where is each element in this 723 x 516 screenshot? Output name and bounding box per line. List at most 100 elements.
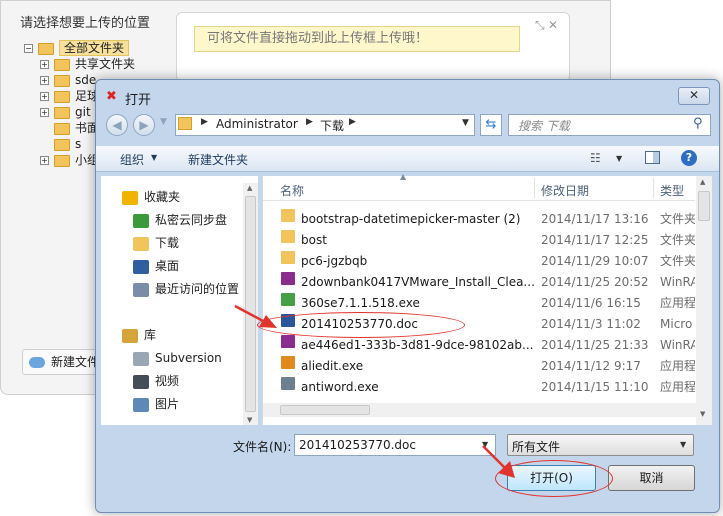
tree-item-label: 全部文件夹 <box>59 40 130 56</box>
folder-icon <box>54 58 70 71</box>
filetype-dropdown-icon[interactable]: ▼ <box>680 440 686 449</box>
file-date: 2014/11/29 10:07 <box>541 254 649 268</box>
address-dropdown-icon[interactable]: ▼ <box>462 118 469 128</box>
nav-item[interactable]: Subversion <box>133 349 222 367</box>
column-header-date[interactable]: 修改日期 <box>541 182 589 199</box>
breadcrumb-item[interactable]: 下载 <box>320 117 344 134</box>
folder-icon <box>54 122 70 135</box>
file-row[interactable]: 2downbank0417VMware_Install_Clea... 2014/… <box>263 272 695 293</box>
annotation-arrow-icon <box>234 304 277 328</box>
breadcrumb-chevron-icon[interactable]: ▶ <box>201 117 208 127</box>
tree-expand-icon[interactable]: + <box>40 156 49 165</box>
pictures-icon <box>133 397 149 412</box>
scroll-down-icon[interactable]: ▼ <box>247 416 252 424</box>
tree-item-football[interactable]: + 足球 <box>40 88 99 104</box>
breadcrumb-chevron-icon[interactable]: ▶ <box>349 117 356 127</box>
dialog-close-button[interactable]: ✕ <box>678 87 710 105</box>
file-type: 应用程 <box>660 359 695 373</box>
file-name: ae446ed1-333b-3d81-9dce-98102ab... <box>301 338 534 352</box>
file-type: 应用程 <box>660 380 695 394</box>
refresh-icon[interactable]: ⇆ <box>480 114 502 136</box>
filename-value[interactable]: 201410253770.doc <box>299 438 416 452</box>
file-name: pc6-jgzbqb <box>301 254 368 268</box>
nav-item[interactable]: 库 <box>122 326 156 344</box>
breadcrumb-chevron-icon[interactable]: ▶ <box>306 117 313 127</box>
file-row[interactable]: antiword.exe 2014/11/15 11:10 应用程 <box>263 377 695 398</box>
folder-icon <box>54 74 70 87</box>
file-row[interactable]: ae446ed1-333b-3d81-9dce-98102ab... 2014/1… <box>263 335 695 356</box>
scroll-up-icon[interactable]: ▲ <box>700 178 705 186</box>
scroll-up-icon[interactable]: ▲ <box>247 184 252 192</box>
column-header-name[interactable]: 名称 <box>280 182 304 199</box>
tree-expand-icon[interactable]: + <box>40 76 49 85</box>
tree-expand-icon[interactable]: + <box>40 108 49 117</box>
nav-item[interactable]: 视频 <box>133 372 179 390</box>
nav-item[interactable]: 图片 <box>133 395 179 413</box>
nav-item-label: 下载 <box>155 236 180 250</box>
search-placeholder: 搜索 下载 <box>518 119 570 133</box>
file-row[interactable]: pc6-jgzbqb 2014/11/29 10:07 文件夹 <box>263 251 695 272</box>
file-type: 文件夹 <box>660 212 695 226</box>
nav-item[interactable]: 私密云同步盘 <box>133 211 227 229</box>
tree-expand-icon[interactable]: + <box>40 60 49 69</box>
nav-item[interactable]: 桌面 <box>133 257 179 275</box>
file-name: bost <box>301 233 327 247</box>
sort-ascending-icon: ▲ <box>400 172 407 181</box>
file-type: WinRA <box>660 275 695 289</box>
new-folder-toolbar-button[interactable]: 新建文件夹 <box>188 151 248 168</box>
new-folder-button[interactable]: 新建文件 <box>22 349 100 375</box>
file-name: bootstrap-datetimepicker-master (2) <box>301 212 521 226</box>
file-row[interactable]: aliedit.exe 2014/11/12 9:17 应用程 <box>263 356 695 377</box>
tree-item-git[interactable]: + git <box>40 104 91 120</box>
file-date: 2014/11/6 16:15 <box>541 296 641 310</box>
nav-item-label: Subversion <box>155 351 222 365</box>
cloud-sync-icon <box>133 213 149 228</box>
nav-item-label: 最近访问的位置 <box>155 282 240 296</box>
tree-item-sde[interactable]: + sde <box>40 72 96 88</box>
history-dropdown-icon[interactable]: ▼ <box>160 117 167 127</box>
file-row[interactable]: 360se7.1.1.518.exe 2014/11/6 16:15 应用程 <box>263 293 695 314</box>
annotation-ellipse-file <box>257 312 465 338</box>
tree-expand-icon[interactable]: + <box>40 92 49 101</box>
file-type: 应用程 <box>660 296 695 310</box>
column-header-type[interactable]: 类型 <box>660 182 684 199</box>
help-icon[interactable]: ? <box>681 150 697 166</box>
tree-item-all-folders[interactable]: − 全部文件夹 <box>24 40 130 56</box>
view-options-icon[interactable]: ☷ <box>590 151 601 165</box>
scroll-down-icon[interactable]: ▼ <box>700 410 705 418</box>
upload-location-heading: 请选择想要上传的位置 <box>20 16 151 31</box>
nav-item[interactable]: 收藏夹 <box>122 188 180 206</box>
file-name: aliedit.exe <box>301 359 364 373</box>
file-row[interactable]: bost 2014/11/17 12:25 文件夹 <box>263 230 695 251</box>
close-icon[interactable]: ✕ <box>548 18 558 32</box>
file-list-scrollbar-thumb[interactable] <box>698 191 710 221</box>
shield-app-icon <box>281 356 295 369</box>
tree-collapse-icon[interactable]: − <box>24 44 33 53</box>
nav-item[interactable]: 下载 <box>133 234 179 252</box>
folder-icon <box>38 42 54 55</box>
column-divider[interactable] <box>534 178 535 198</box>
chevron-down-icon[interactable]: ▼ <box>151 153 157 162</box>
nav-item-label: 收藏夹 <box>144 190 181 204</box>
file-date: 2014/11/25 21:33 <box>541 338 649 352</box>
nav-item[interactable]: 最近访问的位置 <box>133 280 239 298</box>
horizontal-scrollbar-thumb[interactable] <box>280 405 370 415</box>
chevron-down-icon[interactable]: ▼ <box>616 154 622 163</box>
tree-item-shared[interactable]: + 共享文件夹 <box>40 56 135 72</box>
folder-icon <box>281 209 295 222</box>
tree-item-written[interactable]: 书面 <box>54 120 99 136</box>
tree-item-s[interactable]: s <box>54 136 81 152</box>
resize-icon[interactable]: ⤡ <box>535 18 545 33</box>
drop-hint: 可将文件直接拖动到此上传框上传哦！ <box>194 26 520 52</box>
file-date: 2014/11/17 12:25 <box>541 233 649 247</box>
file-row[interactable]: bootstrap-datetimepicker-master (2) 2014/… <box>263 209 695 230</box>
tree-item-group[interactable]: + 小组 <box>40 152 99 168</box>
back-arrow-icon[interactable]: ◀ <box>106 114 128 136</box>
forward-arrow-icon[interactable]: ▶ <box>133 114 155 136</box>
breadcrumb-item[interactable]: Administrator <box>216 117 298 131</box>
column-divider[interactable] <box>653 178 654 198</box>
search-icon[interactable]: ⚲ <box>693 116 703 131</box>
organize-button[interactable]: 组织 <box>120 151 144 168</box>
file-name: 2downbank0417VMware_Install_Clea... <box>301 275 535 289</box>
cancel-button[interactable]: 取消 <box>608 465 695 491</box>
